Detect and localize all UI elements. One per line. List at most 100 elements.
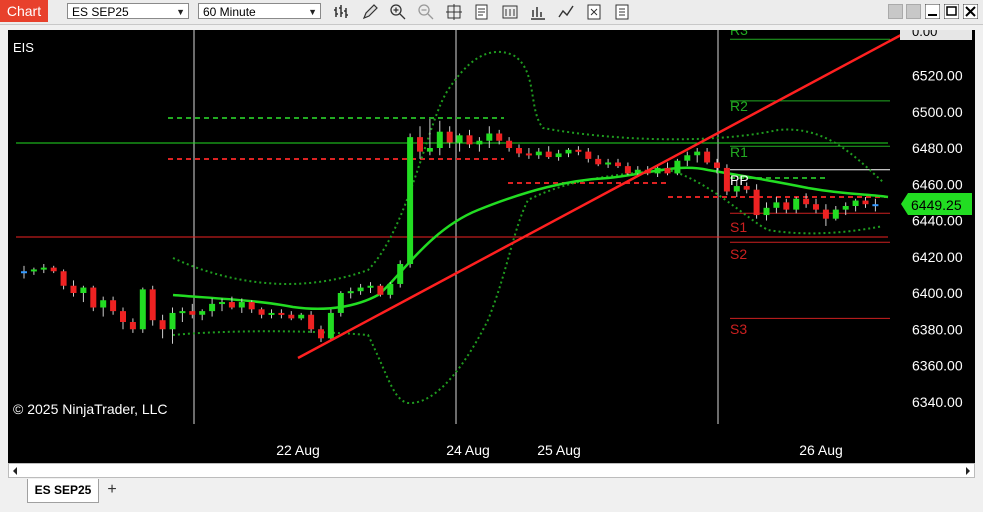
candle-body <box>555 153 562 158</box>
copyright-text: © 2025 NinjaTrader, LLC <box>13 401 168 417</box>
minimize-icon[interactable] <box>925 4 940 19</box>
grid-lines <box>193 30 719 424</box>
candle-body <box>179 311 186 314</box>
chevron-down-icon: ▼ <box>176 7 185 17</box>
candle-body <box>50 267 57 272</box>
candle-body <box>476 140 483 145</box>
window-option-button-2[interactable] <box>906 4 921 19</box>
candle-body <box>783 202 790 210</box>
candle-body <box>308 314 315 330</box>
price-chart[interactable]: 6520.006500.006480.006460.006440.006420.… <box>8 22 975 463</box>
candle-body <box>110 300 117 312</box>
zoom-out-icon[interactable] <box>417 3 435 21</box>
pencil-icon[interactable] <box>361 3 379 21</box>
price-tick-label: 6420.00 <box>912 249 963 265</box>
window-option-button[interactable] <box>888 4 903 19</box>
date-label-26-aug: 26 Aug <box>799 442 843 458</box>
moving-average-line <box>172 166 889 310</box>
maximize-icon[interactable] <box>944 4 959 19</box>
candle-body <box>209 303 216 312</box>
candle-body <box>21 271 27 274</box>
pivot-label-s1: S1 <box>730 219 747 235</box>
bars-icon[interactable] <box>333 3 351 21</box>
candle-body <box>318 329 324 339</box>
candle-body <box>40 267 47 270</box>
candle-body <box>842 206 849 210</box>
candle-body <box>377 285 384 295</box>
trendline <box>297 33 902 360</box>
candle-body <box>347 291 354 294</box>
candle-body <box>654 167 661 174</box>
candle-body <box>496 133 503 141</box>
indicators-icon[interactable] <box>557 3 575 21</box>
candle-body <box>664 167 671 174</box>
candle-body <box>387 283 394 295</box>
instrument-selector[interactable]: ES SEP25 ▼ <box>67 3 189 19</box>
share-icon[interactable] <box>613 3 631 21</box>
candle-body <box>199 311 206 315</box>
price-tick-label: 6360.00 <box>912 358 963 374</box>
data-box-icon[interactable] <box>473 3 491 21</box>
candle-body <box>803 198 810 205</box>
candle-body <box>516 148 522 154</box>
add-tab-button[interactable]: + <box>104 482 120 498</box>
candle-body <box>367 285 374 288</box>
candle-body <box>545 151 552 158</box>
candle-body <box>248 302 255 310</box>
chart-panel[interactable]: 6520.00 6500.00 6480.00 6460.00 6440.00 6420.… <box>8 22 975 463</box>
templates-icon[interactable] <box>585 3 603 21</box>
candle-body <box>159 320 166 330</box>
price-tick-label: 6340.00 <box>912 394 963 410</box>
close-icon[interactable] <box>963 4 978 19</box>
scroll-left-icon[interactable] <box>10 466 20 476</box>
price-tick-label: 6500.00 <box>912 104 963 120</box>
pivot-label-r2: R2 <box>730 98 748 114</box>
candle-body <box>120 311 126 322</box>
candle-body <box>605 162 612 165</box>
candles <box>21 119 879 344</box>
top-price-tag-text: 0.00 <box>912 30 937 39</box>
candle-body <box>60 271 67 286</box>
tab-es-sep25[interactable]: ES SEP25 <box>27 479 99 503</box>
current-price-text: 6449.25 <box>911 197 962 213</box>
zoom-in-icon[interactable] <box>389 3 407 21</box>
trendline <box>297 33 902 360</box>
date-label-25-aug: 25 Aug <box>537 442 581 458</box>
candle-body <box>575 149 582 152</box>
interval-selector[interactable]: 60 Minute ▼ <box>198 3 321 19</box>
candle-body <box>813 204 819 210</box>
top-price-tag: 0.00 <box>900 24 972 40</box>
chart-window-title[interactable]: Chart <box>0 0 48 22</box>
candle-body <box>466 135 473 145</box>
horizontal-scrollbar[interactable] <box>8 463 975 478</box>
candle-body <box>327 312 334 339</box>
scroll-right-icon[interactable] <box>963 466 973 476</box>
upper-band <box>172 50 884 285</box>
candle-body <box>426 148 433 152</box>
candle-body <box>169 312 176 330</box>
candle-body <box>694 151 701 156</box>
candle-body <box>763 207 770 216</box>
instrument-value: ES SEP25 <box>72 5 129 19</box>
price-tick-label: 6520.00 <box>912 68 963 84</box>
candle-body <box>525 153 532 156</box>
candle-body <box>506 140 513 148</box>
crosshair-icon[interactable] <box>445 3 463 21</box>
strategies-icon[interactable] <box>529 3 547 21</box>
candle-body <box>723 167 730 192</box>
candle-body <box>278 312 285 315</box>
candle-body <box>149 289 156 321</box>
envelope-bands <box>172 50 884 405</box>
candle-body <box>852 200 859 206</box>
candle-body <box>585 151 592 159</box>
candle-body <box>70 285 77 293</box>
candle-body <box>615 162 621 167</box>
price-tick-label: 6380.00 <box>912 321 963 337</box>
candle-body <box>624 166 631 174</box>
candle-body <box>337 293 344 313</box>
candle-body <box>228 302 235 308</box>
properties-icon[interactable] <box>501 3 519 21</box>
candle-body <box>535 151 542 156</box>
candle-body <box>417 137 423 152</box>
chart-label: EIS <box>13 40 34 55</box>
